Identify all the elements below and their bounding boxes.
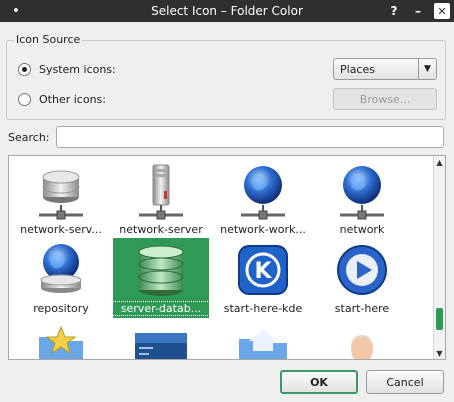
db-server-icon — [31, 161, 91, 221]
ok-button[interactable]: OK — [280, 370, 358, 394]
icon-item[interactable]: repository — [13, 238, 109, 318]
icon-category-select[interactable]: Places ▼ — [333, 58, 437, 80]
icon-item-label: network-serv... — [20, 223, 102, 236]
icon-item[interactable]: network — [314, 159, 410, 239]
icon-item[interactable]: network-server — [113, 159, 209, 239]
icon-item[interactable] — [113, 317, 209, 359]
icon-item[interactable]: start-here — [314, 238, 410, 318]
folder-star-icon — [31, 319, 91, 359]
chevron-down-icon[interactable]: ▼ — [418, 59, 436, 79]
blue-panel-icon — [131, 319, 191, 359]
globe-net-icon — [332, 161, 392, 221]
help-icon[interactable]: ? — [386, 3, 402, 19]
icon-item[interactable]: network-serv... — [13, 159, 109, 239]
icon-item[interactable]: server-datab... — [112, 238, 210, 318]
icon-item-label: start-here — [334, 302, 390, 315]
svg-text:K: K — [254, 259, 272, 284]
vertical-scrollbar[interactable]: ▲ ▼ — [433, 156, 445, 359]
search-input[interactable] — [56, 126, 444, 148]
cancel-button[interactable]: Cancel — [366, 370, 444, 394]
scrollbar-thumb[interactable] — [436, 308, 443, 330]
folder-home-icon — [233, 319, 293, 359]
scroll-up-icon[interactable]: ▲ — [434, 156, 445, 168]
icon-grid[interactable]: start-here Kstart-here-kde server-datab.… — [8, 155, 446, 360]
icon-source-title: Icon Source — [14, 33, 83, 46]
icon-item[interactable] — [215, 317, 311, 359]
system-icons-option[interactable]: System icons: — [18, 63, 116, 76]
other-icons-label: Other icons: — [39, 93, 106, 106]
close-icon[interactable]: ✕ — [434, 3, 450, 19]
minimize-icon[interactable]: – — [410, 3, 426, 19]
other-icons-option[interactable]: Other icons: — [18, 93, 106, 106]
window-title: Select Icon – Folder Color — [151, 4, 303, 18]
icon-item-label: network — [339, 223, 385, 236]
icon-item-label: repository — [33, 302, 89, 315]
icon-item[interactable] — [13, 317, 109, 359]
system-icons-radio[interactable] — [18, 63, 31, 76]
icon-item-label: network-server — [119, 223, 203, 236]
play-icon — [332, 240, 392, 300]
database-icon — [131, 240, 191, 300]
icon-item-label: network-work... — [220, 223, 306, 236]
kde-icon: K — [233, 240, 293, 300]
globe-net-icon — [233, 161, 293, 221]
icon-item-label: server-datab... — [112, 301, 210, 316]
title-bar: • Select Icon – Folder Color ? – ✕ — [0, 0, 454, 22]
icon-item[interactable]: Kstart-here-kde — [215, 238, 311, 318]
icon-item[interactable] — [314, 317, 410, 359]
scroll-down-icon[interactable]: ▼ — [434, 347, 445, 359]
other-icons-radio[interactable] — [18, 93, 31, 106]
icon-item-label: start-here-kde — [223, 302, 303, 315]
search-label: Search: — [8, 131, 50, 144]
system-icons-label: System icons: — [39, 63, 116, 76]
browse-button: Browse... — [333, 88, 437, 110]
globe-icon — [31, 240, 91, 300]
tower-icon — [131, 161, 191, 221]
icon-category-value: Places — [340, 62, 375, 76]
person-icon — [332, 319, 392, 359]
icon-item[interactable]: network-work... — [215, 159, 311, 239]
window-menu-icon[interactable]: • — [8, 0, 24, 22]
window-controls: ? – ✕ — [386, 0, 450, 22]
